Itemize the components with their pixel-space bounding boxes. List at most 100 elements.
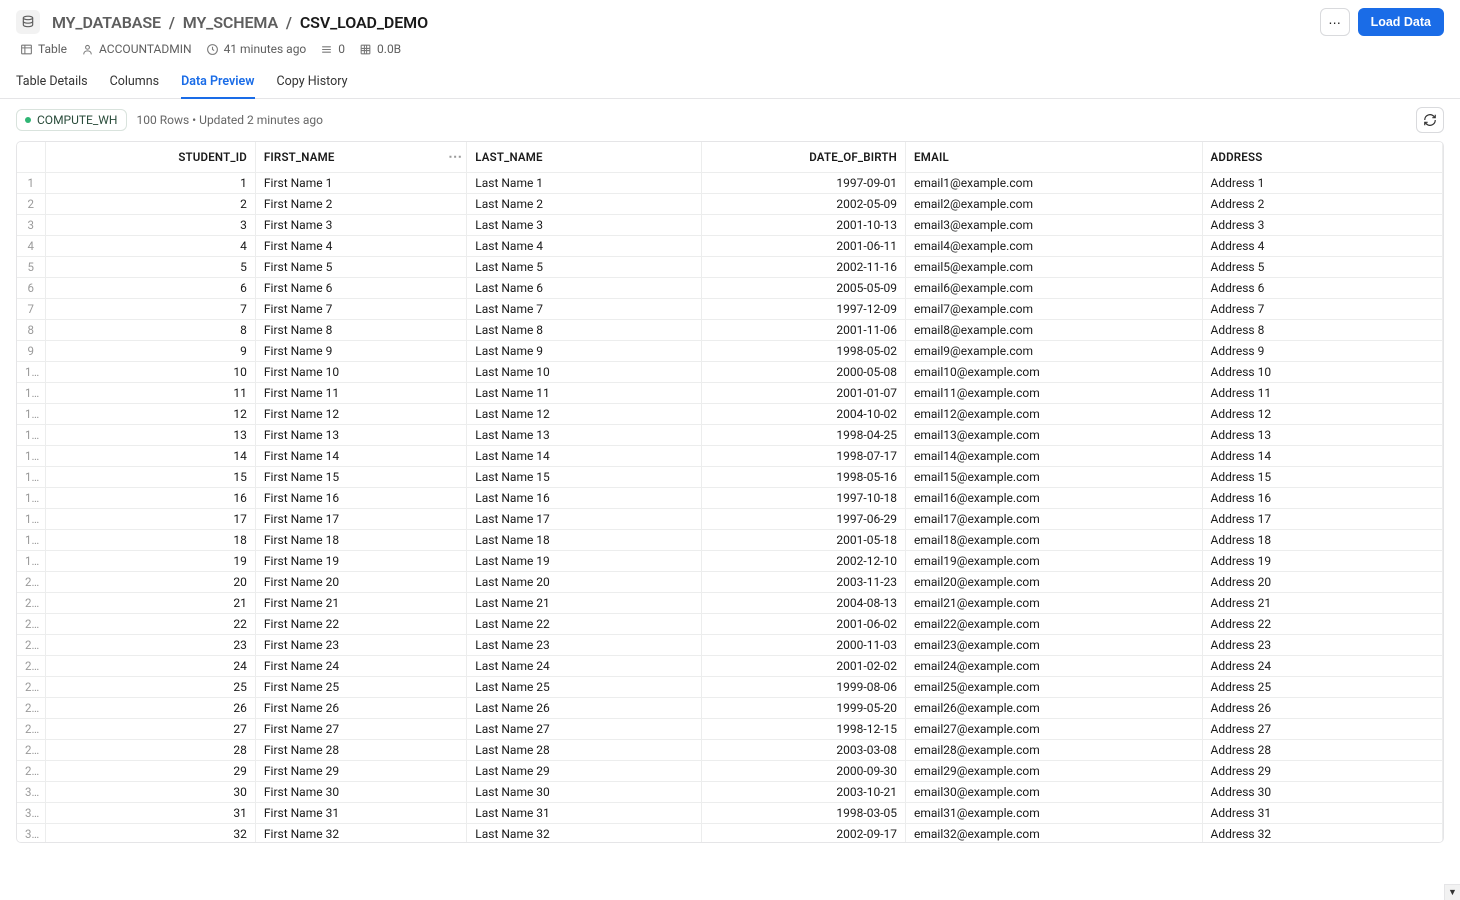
cell-first_name[interactable]: First Name 15 <box>255 466 466 487</box>
cell-last_name[interactable]: Last Name 25 <box>467 676 701 697</box>
cell-first_name[interactable]: First Name 20 <box>255 571 466 592</box>
cell-first_name[interactable]: First Name 32 <box>255 823 466 842</box>
cell-dob[interactable]: 2003-11-23 <box>701 571 905 592</box>
cell-email[interactable]: email2@example.com <box>906 193 1203 214</box>
cell-first_name[interactable]: First Name 14 <box>255 445 466 466</box>
table-row[interactable]: 1414First Name 14Last Name 141998-07-17e… <box>17 445 1443 466</box>
cell-address[interactable]: Address 8 <box>1202 319 1442 340</box>
cell-first_name[interactable]: First Name 16 <box>255 487 466 508</box>
table-row[interactable]: 1717First Name 17Last Name 171997-06-29e… <box>17 508 1443 529</box>
table-row[interactable]: 77First Name 7Last Name 71997-12-09email… <box>17 298 1443 319</box>
cell-dob[interactable]: 2001-02-02 <box>701 655 905 676</box>
cell-first_name[interactable]: First Name 2 <box>255 193 466 214</box>
table-row[interactable]: 2929First Name 29Last Name 292000-09-30e… <box>17 760 1443 781</box>
cell-address[interactable]: Address 4 <box>1202 235 1442 256</box>
table-row[interactable]: 1919First Name 19Last Name 192002-12-10e… <box>17 550 1443 571</box>
cell-email[interactable]: email5@example.com <box>906 256 1203 277</box>
cell-email[interactable]: email31@example.com <box>906 802 1203 823</box>
table-row[interactable]: 2323First Name 23Last Name 232000-11-03e… <box>17 634 1443 655</box>
cell-student_id[interactable]: 25 <box>45 676 255 697</box>
table-row[interactable]: 1616First Name 16Last Name 161997-10-18e… <box>17 487 1443 508</box>
table-row[interactable]: 1010First Name 10Last Name 102000-05-08e… <box>17 361 1443 382</box>
table-row[interactable]: 2424First Name 24Last Name 242001-02-02e… <box>17 655 1443 676</box>
cell-address[interactable]: Address 23 <box>1202 634 1442 655</box>
column-header-student_id[interactable]: STUDENT_ID <box>45 142 255 172</box>
cell-first_name[interactable]: First Name 30 <box>255 781 466 802</box>
cell-last_name[interactable]: Last Name 9 <box>467 340 701 361</box>
cell-student_id[interactable]: 5 <box>45 256 255 277</box>
cell-email[interactable]: email25@example.com <box>906 676 1203 697</box>
cell-dob[interactable]: 2003-03-08 <box>701 739 905 760</box>
cell-first_name[interactable]: First Name 7 <box>255 298 466 319</box>
cell-last_name[interactable]: Last Name 8 <box>467 319 701 340</box>
cell-last_name[interactable]: Last Name 23 <box>467 634 701 655</box>
cell-address[interactable]: Address 14 <box>1202 445 1442 466</box>
cell-dob[interactable]: 1998-04-25 <box>701 424 905 445</box>
cell-student_id[interactable]: 15 <box>45 466 255 487</box>
cell-student_id[interactable]: 26 <box>45 697 255 718</box>
cell-address[interactable]: Address 13 <box>1202 424 1442 445</box>
cell-dob[interactable]: 2000-11-03 <box>701 634 905 655</box>
cell-first_name[interactable]: First Name 9 <box>255 340 466 361</box>
load-data-button[interactable]: Load Data <box>1358 8 1444 36</box>
cell-dob[interactable]: 2001-06-02 <box>701 613 905 634</box>
cell-address[interactable]: Address 9 <box>1202 340 1442 361</box>
cell-address[interactable]: Address 24 <box>1202 655 1442 676</box>
cell-first_name[interactable]: First Name 6 <box>255 277 466 298</box>
refresh-button[interactable] <box>1416 107 1444 133</box>
cell-student_id[interactable]: 10 <box>45 361 255 382</box>
cell-address[interactable]: Address 22 <box>1202 613 1442 634</box>
table-row[interactable]: 1111First Name 11Last Name 112001-01-07e… <box>17 382 1443 403</box>
cell-dob[interactable]: 1997-12-09 <box>701 298 905 319</box>
cell-email[interactable]: email6@example.com <box>906 277 1203 298</box>
cell-email[interactable]: email29@example.com <box>906 760 1203 781</box>
cell-address[interactable]: Address 16 <box>1202 487 1442 508</box>
column-header-first_name[interactable]: FIRST_NAME⋯ <box>255 142 466 172</box>
cell-dob[interactable]: 2002-05-09 <box>701 193 905 214</box>
cell-email[interactable]: email18@example.com <box>906 529 1203 550</box>
cell-student_id[interactable]: 12 <box>45 403 255 424</box>
cell-first_name[interactable]: First Name 29 <box>255 760 466 781</box>
cell-email[interactable]: email14@example.com <box>906 445 1203 466</box>
cell-last_name[interactable]: Last Name 30 <box>467 781 701 802</box>
cell-last_name[interactable]: Last Name 19 <box>467 550 701 571</box>
table-row[interactable]: 11First Name 1Last Name 11997-09-01email… <box>17 172 1443 193</box>
cell-last_name[interactable]: Last Name 2 <box>467 193 701 214</box>
table-row[interactable]: 2222First Name 22Last Name 222001-06-02e… <box>17 613 1443 634</box>
cell-student_id[interactable]: 8 <box>45 319 255 340</box>
cell-dob[interactable]: 1998-12-15 <box>701 718 905 739</box>
cell-address[interactable]: Address 26 <box>1202 697 1442 718</box>
more-actions-button[interactable]: ⋯ <box>1320 8 1350 36</box>
cell-student_id[interactable]: 23 <box>45 634 255 655</box>
cell-email[interactable]: email9@example.com <box>906 340 1203 361</box>
cell-last_name[interactable]: Last Name 26 <box>467 697 701 718</box>
cell-address[interactable]: Address 17 <box>1202 508 1442 529</box>
tab-preview[interactable]: Data Preview <box>181 66 254 99</box>
cell-dob[interactable]: 2001-06-11 <box>701 235 905 256</box>
cell-last_name[interactable]: Last Name 17 <box>467 508 701 529</box>
cell-email[interactable]: email16@example.com <box>906 487 1203 508</box>
cell-first_name[interactable]: First Name 22 <box>255 613 466 634</box>
cell-dob[interactable]: 2002-11-16 <box>701 256 905 277</box>
cell-student_id[interactable]: 6 <box>45 277 255 298</box>
cell-dob[interactable]: 1998-07-17 <box>701 445 905 466</box>
cell-student_id[interactable]: 30 <box>45 781 255 802</box>
cell-dob[interactable]: 2004-10-02 <box>701 403 905 424</box>
cell-student_id[interactable]: 3 <box>45 214 255 235</box>
cell-student_id[interactable]: 24 <box>45 655 255 676</box>
cell-first_name[interactable]: First Name 26 <box>255 697 466 718</box>
table-row[interactable]: 55First Name 5Last Name 52002-11-16email… <box>17 256 1443 277</box>
cell-student_id[interactable]: 16 <box>45 487 255 508</box>
cell-address[interactable]: Address 2 <box>1202 193 1442 214</box>
table-row[interactable]: 99First Name 9Last Name 91998-05-02email… <box>17 340 1443 361</box>
cell-last_name[interactable]: Last Name 11 <box>467 382 701 403</box>
cell-first_name[interactable]: First Name 3 <box>255 214 466 235</box>
cell-dob[interactable]: 1997-06-29 <box>701 508 905 529</box>
table-row[interactable]: 1313First Name 13Last Name 131998-04-25e… <box>17 424 1443 445</box>
table-row[interactable]: 88First Name 8Last Name 82001-11-06email… <box>17 319 1443 340</box>
cell-dob[interactable]: 2005-05-09 <box>701 277 905 298</box>
cell-last_name[interactable]: Last Name 24 <box>467 655 701 676</box>
cell-first_name[interactable]: First Name 27 <box>255 718 466 739</box>
cell-dob[interactable]: 2001-01-07 <box>701 382 905 403</box>
table-row[interactable]: 2828First Name 28Last Name 282003-03-08e… <box>17 739 1443 760</box>
